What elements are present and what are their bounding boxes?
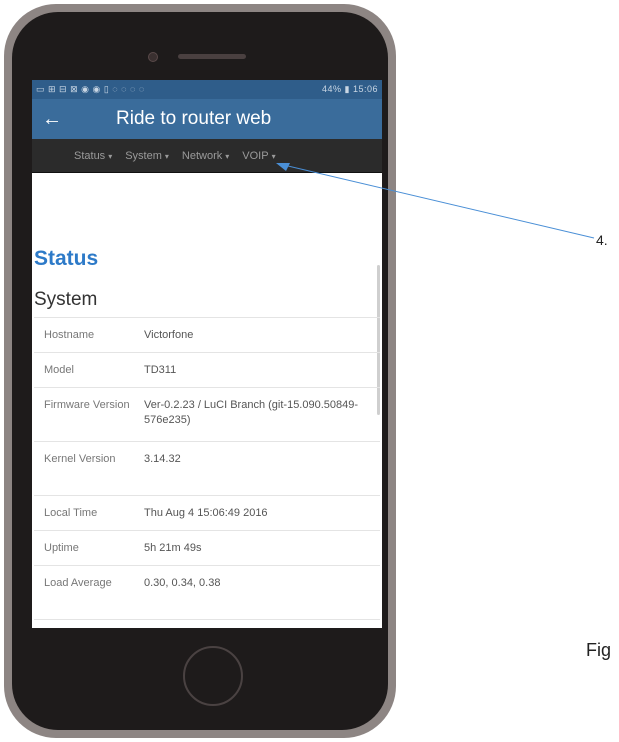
caret-down-icon: ▾: [108, 151, 113, 161]
table-row: Firmware Version Ver-0.2.23 / LuCI Branc…: [34, 388, 380, 442]
back-arrow-icon[interactable]: ←: [32, 99, 72, 139]
device-screen: ▭ ⊞ ⊟ ⊠ ◉ ◉ ▯ ◌ ◌ ◌ ◌ 44% ▮ 15:06 ← Ride…: [32, 80, 382, 628]
row-label: Hostname: [44, 329, 95, 341]
nav-item-status[interactable]: Status ▾: [74, 150, 112, 162]
caret-down-icon: ▾: [271, 151, 276, 161]
row-label: Model: [44, 364, 74, 376]
nav-item-system[interactable]: System ▾: [125, 150, 169, 162]
table-row: Uptime 5h 21m 49s: [34, 531, 380, 566]
top-nav: Status ▾ System ▾ Network ▾ VOIP ▾: [32, 139, 382, 173]
battery-icon: ▮: [344, 84, 350, 94]
system-info-table: Hostname Victorfone Model TD311 Firmware…: [34, 317, 380, 620]
caret-down-icon: ▾: [164, 151, 169, 161]
callout-number: 4.: [596, 232, 608, 248]
row-value: 5h 21m 49s: [144, 542, 202, 554]
row-value: Thu Aug 4 15:06:49 2016: [144, 507, 268, 519]
camera-icon: [148, 52, 158, 62]
caret-down-icon: ▾: [225, 151, 230, 161]
row-label: Uptime: [44, 542, 79, 554]
android-status-bar: ▭ ⊞ ⊟ ⊠ ◉ ◉ ▯ ◌ ◌ ◌ ◌ 44% ▮ 15:06: [32, 80, 382, 99]
battery-level: 44%: [321, 84, 342, 94]
row-label: Kernel Version: [44, 453, 116, 465]
nav-item-network[interactable]: Network ▾: [182, 150, 229, 162]
clock: 15:06: [352, 84, 378, 94]
app-bar: ← Ride to router web: [32, 99, 382, 139]
table-row: Hostname Victorfone: [34, 318, 380, 353]
row-value: Victorfone: [144, 329, 194, 341]
row-value: 0.30, 0.34, 0.38: [144, 577, 221, 589]
status-right: 44% ▮ 15:06: [322, 84, 378, 95]
home-button[interactable]: [183, 646, 243, 706]
row-value: Ver-0.2.23 / LuCI Branch (git-15.090.508…: [144, 399, 359, 426]
row-value: TD311: [144, 364, 177, 376]
table-row: Kernel Version 3.14.32: [34, 442, 380, 496]
notification-icons: ▭ ⊞ ⊟ ⊠ ◉ ◉ ▯ ◌ ◌ ◌ ◌: [36, 84, 145, 94]
nav-item-voip[interactable]: VOIP ▾: [242, 150, 275, 162]
page-title: Status: [34, 247, 99, 270]
row-value: 3.14.32: [144, 453, 181, 465]
speaker-grille: [178, 54, 246, 59]
figure-label: Fig: [586, 640, 612, 660]
table-row: Model TD311: [34, 353, 380, 388]
table-row: Load Average 0.30, 0.34, 0.38: [34, 566, 380, 620]
row-label: Load Average: [44, 577, 112, 589]
table-row: Local Time Thu Aug 4 15:06:49 2016: [34, 496, 380, 531]
row-label: Local Time: [44, 507, 98, 519]
row-label: Firmware Version: [44, 399, 130, 411]
section-title: System: [34, 289, 98, 310]
app-title: Ride to router web: [116, 108, 272, 129]
